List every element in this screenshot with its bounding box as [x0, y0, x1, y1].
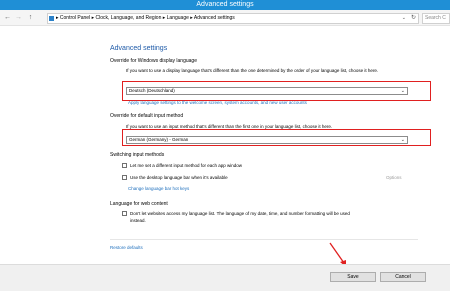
- per-app-input-label: Let me set a different input method for …: [130, 163, 242, 168]
- switching-heading: Switching input methods: [110, 152, 165, 158]
- breadcrumb-path[interactable]: ▸ Control Panel ▸ Clock, Language, and R…: [56, 14, 235, 23]
- web-language-label: Don't let websites access my language li…: [130, 211, 350, 216]
- input-method-select[interactable]: German (Germany) - German ⌄: [126, 136, 408, 144]
- chevron-down-icon[interactable]: ⌄: [402, 14, 406, 23]
- forward-button[interactable]: →: [14, 13, 23, 23]
- chevron-down-icon: ⌄: [400, 88, 405, 94]
- input-method-heading: Override for default input method: [110, 113, 184, 119]
- control-panel-icon: [49, 16, 54, 21]
- restore-defaults-link[interactable]: Restore defaults: [110, 245, 143, 250]
- window-title: Advanced settings: [196, 1, 254, 8]
- hot-keys-link[interactable]: Change language bar hot keys: [128, 186, 189, 191]
- main-content: Advanced settings Override for Windows d…: [0, 27, 450, 267]
- up-button[interactable]: ↑: [26, 13, 35, 23]
- cancel-button[interactable]: Cancel: [380, 272, 426, 282]
- web-language-label-cont: instead.: [130, 218, 146, 223]
- web-content-heading: Language for web content: [110, 201, 168, 207]
- chevron-down-icon: ⌄: [400, 137, 405, 143]
- display-language-heading: Override for Windows display language: [110, 58, 197, 64]
- footer-bar: Save Cancel: [0, 264, 450, 291]
- language-bar-checkbox[interactable]: [122, 175, 127, 180]
- input-method-value: German (Germany) - German: [129, 137, 189, 142]
- per-app-input-checkbox[interactable]: [122, 163, 127, 168]
- display-language-select[interactable]: Deutsch (Deutschland) ⌄: [126, 87, 408, 95]
- save-button[interactable]: Save: [330, 272, 376, 282]
- divider: [110, 239, 418, 240]
- display-language-value: Deutsch (Deutschland): [129, 88, 175, 93]
- display-language-description: If you want to use a display language th…: [126, 68, 379, 73]
- title-bar: Advanced settings: [0, 0, 450, 10]
- apply-welcome-screen-link[interactable]: Apply language settings to the welcome s…: [128, 100, 307, 105]
- refresh-icon[interactable]: ↻: [411, 14, 416, 23]
- back-button[interactable]: ←: [3, 13, 12, 23]
- breadcrumb[interactable]: ▸ Control Panel ▸ Clock, Language, and R…: [47, 13, 419, 24]
- page-title: Advanced settings: [110, 45, 168, 52]
- address-bar: ← → ↑ ▸ Control Panel ▸ Clock, Language,…: [0, 10, 450, 26]
- web-language-checkbox[interactable]: [122, 211, 127, 216]
- language-bar-label: Use the desktop language bar when it's a…: [130, 175, 228, 180]
- options-link[interactable]: Options: [386, 175, 402, 180]
- search-input[interactable]: Search C: [422, 13, 450, 24]
